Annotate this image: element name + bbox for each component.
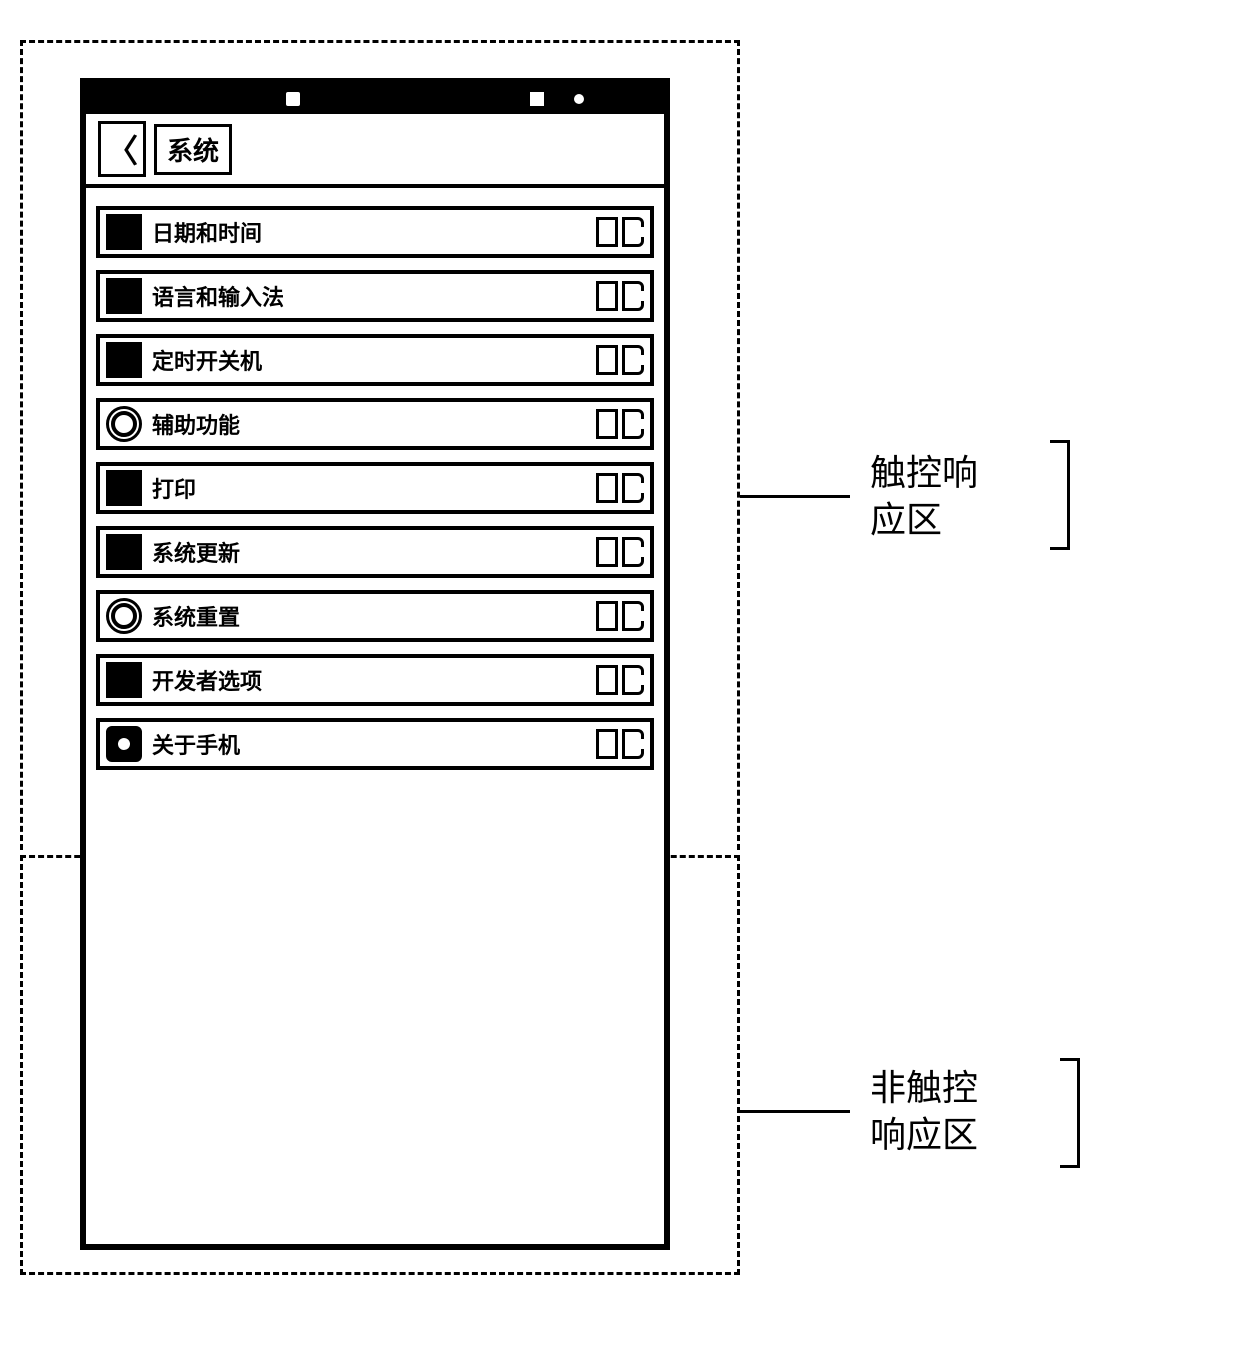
signal-icon	[530, 92, 544, 106]
touch-zone-label: 触控响 应区	[870, 450, 978, 544]
chevron-right-icon	[596, 665, 644, 695]
menu-item-label: 日期和时间	[152, 214, 596, 250]
menu-item-label: 语言和输入法	[152, 278, 596, 314]
callout-leader-line	[740, 495, 850, 498]
menu-item-label: 系统重置	[152, 598, 596, 634]
chevron-right-icon	[596, 537, 644, 567]
accessibility-icon	[106, 406, 142, 442]
callout-bracket	[1060, 1058, 1080, 1168]
menu-item-accessibility[interactable]: 辅助功能	[96, 398, 654, 450]
menu-item-system-update[interactable]: 系统更新	[96, 526, 654, 578]
settings-list: 日期和时间 语言和输入法 定时开关机 辅助功能	[86, 188, 664, 788]
chevron-right-icon	[596, 217, 644, 247]
phone-mockup: 〈 系统 日期和时间 语言和输入法 定时开关机 辅助功能	[80, 78, 670, 1250]
printer-icon	[106, 470, 142, 506]
menu-item-label: 打印	[152, 470, 596, 506]
update-icon	[106, 534, 142, 570]
back-button[interactable]: 〈	[98, 121, 146, 177]
calendar-icon	[106, 214, 142, 250]
keyboard-icon	[106, 278, 142, 314]
info-icon	[106, 726, 142, 762]
callout-leader-line	[740, 1110, 850, 1113]
power-icon	[106, 342, 142, 378]
menu-item-developer-options[interactable]: 开发者选项	[96, 654, 654, 706]
menu-item-about-phone[interactable]: 关于手机	[96, 718, 654, 770]
nontouch-zone-label: 非触控 响应区	[870, 1065, 978, 1159]
battery-icon	[574, 94, 584, 104]
chevron-right-icon	[596, 345, 644, 375]
chevron-right-icon	[596, 473, 644, 503]
developer-icon	[106, 662, 142, 698]
menu-item-label: 系统更新	[152, 534, 596, 570]
menu-item-system-reset[interactable]: 系统重置	[96, 590, 654, 642]
menu-item-datetime[interactable]: 日期和时间	[96, 206, 654, 258]
menu-item-label: 定时开关机	[152, 342, 596, 378]
chevron-right-icon	[596, 729, 644, 759]
chevron-right-icon	[596, 409, 644, 439]
menu-item-language[interactable]: 语言和输入法	[96, 270, 654, 322]
menu-item-label: 辅助功能	[152, 406, 596, 442]
reset-icon	[106, 598, 142, 634]
menu-item-print[interactable]: 打印	[96, 462, 654, 514]
status-bar	[86, 84, 664, 114]
status-icon	[286, 92, 300, 106]
chevron-right-icon	[596, 601, 644, 631]
menu-item-label: 关于手机	[152, 726, 596, 762]
page-title: 系统	[154, 124, 232, 175]
menu-item-label: 开发者选项	[152, 662, 596, 698]
menu-item-scheduled-power[interactable]: 定时开关机	[96, 334, 654, 386]
chevron-right-icon	[596, 281, 644, 311]
callout-bracket	[1050, 440, 1070, 550]
header: 〈 系统	[86, 114, 664, 188]
